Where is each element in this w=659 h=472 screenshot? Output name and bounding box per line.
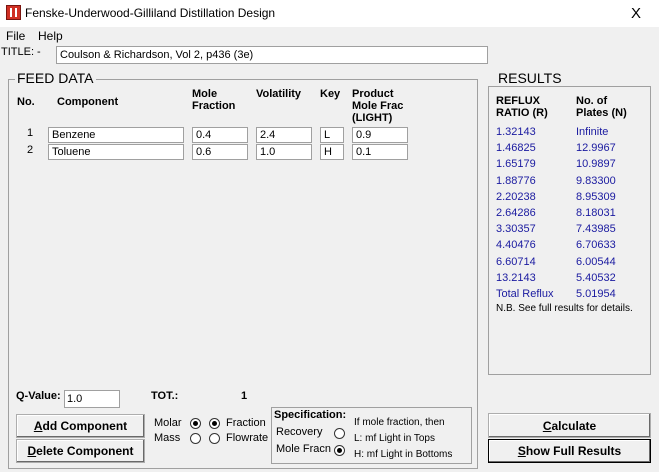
row-number: 2 <box>27 144 34 156</box>
volatility-input[interactable]: 1.0 <box>256 144 312 160</box>
molar-radio[interactable] <box>190 418 201 429</box>
total-label: TOT.: <box>151 390 179 402</box>
add-component-button[interactable]: Add Component <box>16 414 145 438</box>
specification-title: Specification: <box>274 409 347 421</box>
spec-note: If mole fraction, then <box>354 417 445 428</box>
title-label: TITLE: - <box>1 46 41 58</box>
app-icon <box>6 5 21 20</box>
mass-label: Mass <box>154 432 181 444</box>
q-value-label: Q-Value: <box>16 390 61 402</box>
row-number: 1 <box>27 127 34 139</box>
plates-value: Infinite <box>576 126 609 138</box>
component-input[interactable]: Benzene <box>48 127 184 143</box>
menu-help[interactable]: Help <box>38 29 63 43</box>
show-full-results-button[interactable]: Show Full Results <box>488 439 651 463</box>
plates-value: 5.01954 <box>576 288 616 300</box>
volatility-input[interactable]: 2.4 <box>256 127 312 143</box>
reflux-ratio-value: 13.2143 <box>496 272 536 284</box>
reflux-ratio-value: 3.30357 <box>496 223 536 235</box>
reflux-ratio-value: 1.32143 <box>496 126 536 138</box>
reflux-ratio-value: 2.64286 <box>496 207 536 219</box>
spec-heavy-option: H: mf Light in Bottoms <box>354 449 453 460</box>
menu-bar: File Help <box>0 27 659 45</box>
plates-value: 6.70633 <box>576 239 616 251</box>
col-header-mole-fraction: Mole Fraction <box>192 88 236 112</box>
plates-value: 9.83300 <box>576 175 616 187</box>
delete-label: elete Component <box>36 444 134 458</box>
mole-fraction-input[interactable]: 0.4 <box>192 127 248 143</box>
calculate-label: alculate <box>551 418 597 433</box>
plates-value: 10.9897 <box>576 158 616 170</box>
reflux-ratio-value: Total Reflux <box>496 288 554 300</box>
menu-file[interactable]: File <box>6 29 25 43</box>
results-heading: RESULTS <box>496 70 564 86</box>
col-header-no: No. <box>17 96 35 108</box>
delete-accelerator: D <box>27 444 37 458</box>
plates-value: 12.9967 <box>576 142 616 154</box>
mole-fracn-radio[interactable] <box>334 445 345 456</box>
total-value: 1 <box>241 390 248 402</box>
plates-value: 7.43985 <box>576 223 616 235</box>
mole-fraction-input[interactable]: 0.6 <box>192 144 248 160</box>
window-title: Fenske-Underwood-Gilliland Distillation … <box>25 6 276 20</box>
add-label: dd Component <box>42 419 128 433</box>
spec-light-option: L: mf Light in Tops <box>354 433 435 444</box>
recovery-radio[interactable] <box>334 428 345 439</box>
flowrate-label: Flowrate <box>226 432 269 444</box>
q-value-input[interactable]: 1.0 <box>64 390 120 408</box>
component-input[interactable]: Toluene <box>48 144 184 160</box>
reflux-ratio-value: 4.40476 <box>496 239 536 251</box>
plates-value: 6.00544 <box>576 256 616 268</box>
col-header-volatility: Volatility <box>256 88 302 100</box>
reflux-ratio-value: 1.46825 <box>496 142 536 154</box>
fraction-label: Fraction <box>226 417 266 429</box>
col-header-component: Component <box>57 96 119 108</box>
product-mole-frac-input[interactable]: 0.9 <box>352 127 408 143</box>
key-input[interactable]: L <box>320 127 344 143</box>
reflux-ratio-value: 6.60714 <box>496 256 536 268</box>
product-mole-frac-input[interactable]: 0.1 <box>352 144 408 160</box>
results-note: N.B. See full results for details. <box>496 303 633 314</box>
title-bar: Fenske-Underwood-Gilliland Distillation … <box>0 0 659 27</box>
feed-data-heading: FEED DATA <box>15 70 96 86</box>
col-header-product: Product Mole Frac (LIGHT) <box>352 88 404 124</box>
plates-header: No. of Plates (N) <box>576 95 627 119</box>
delete-component-button[interactable]: Delete Component <box>16 439 145 463</box>
reflux-ratio-header: REFLUX RATIO (R) <box>496 95 548 119</box>
reflux-ratio-value: 1.88776 <box>496 175 536 187</box>
col-header-key: Key <box>320 88 341 100</box>
reflux-ratio-value: 2.20238 <box>496 191 536 203</box>
calculate-button[interactable]: Calculate <box>488 413 651 438</box>
title-input[interactable]: Coulson & Richardson, Vol 2, p436 (3e) <box>56 46 488 64</box>
add-accelerator: A <box>33 419 43 433</box>
show-label: how Full Results <box>525 444 622 458</box>
mole-fracn-label: Mole Fracn <box>276 443 332 455</box>
mass-radio[interactable] <box>190 433 201 444</box>
plates-value: 8.18031 <box>576 207 616 219</box>
recovery-label: Recovery <box>276 426 323 438</box>
reflux-ratio-value: 1.65179 <box>496 158 536 170</box>
specification-group: Specification: Recovery Mole Fracn If mo… <box>271 407 472 464</box>
plates-value: 8.95309 <box>576 191 616 203</box>
flowrate-radio[interactable] <box>209 433 220 444</box>
key-input[interactable]: H <box>320 144 344 160</box>
plates-value: 5.40532 <box>576 272 616 284</box>
show-accelerator: S <box>517 444 526 458</box>
close-button[interactable]: X <box>613 0 659 27</box>
fraction-radio[interactable] <box>209 418 220 429</box>
molar-label: Molar <box>154 417 182 429</box>
calculate-accelerator: C <box>542 418 552 433</box>
